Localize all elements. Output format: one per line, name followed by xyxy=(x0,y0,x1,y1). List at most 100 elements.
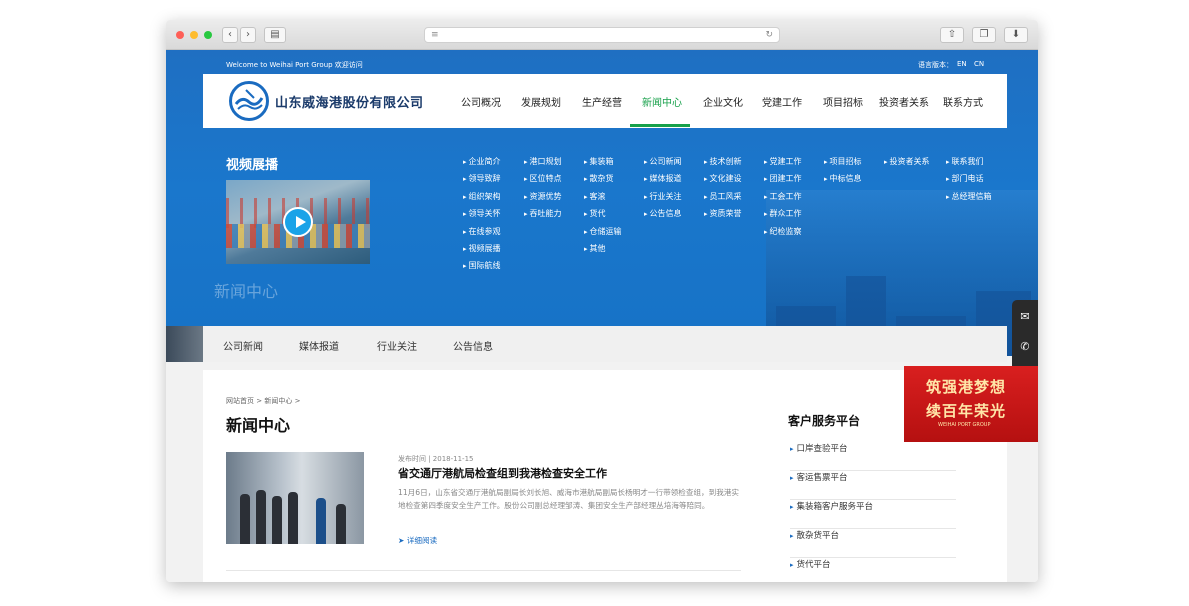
mega-link[interactable]: 文化建设 xyxy=(704,173,742,190)
mega-link[interactable]: 吞吐能力 xyxy=(524,208,562,225)
news-photo[interactable] xyxy=(226,452,364,544)
breadcrumb: 网站首页 > 新闻中心 > xyxy=(226,396,300,406)
chevron-left-icon[interactable]: ‹ xyxy=(222,27,238,43)
breadcrumb-current[interactable]: 新闻中心 xyxy=(264,397,292,405)
mega-link[interactable]: 集装箱 xyxy=(584,156,622,173)
nav-item-planning[interactable]: 发展规划 xyxy=(521,94,561,109)
mega-link[interactable]: 领导致辞 xyxy=(463,173,501,190)
mega-link[interactable]: 资源优势 xyxy=(524,191,562,208)
nav-item-investors[interactable]: 投资者关系 xyxy=(879,94,929,109)
promo-banner[interactable]: 筑强港梦想 续百年荣光 WEIHAI PORT GROUP xyxy=(904,366,1038,442)
sidebar-icon[interactable]: ▤ xyxy=(264,27,286,43)
mega-link[interactable]: 区位特点 xyxy=(524,173,562,190)
mega-link[interactable]: 团建工作 xyxy=(764,173,802,190)
mega-link[interactable]: 党建工作 xyxy=(764,156,802,173)
mega-link[interactable]: 工会工作 xyxy=(764,191,802,208)
nav-item-news[interactable]: 新闻中心 xyxy=(642,94,682,109)
mega-link[interactable]: 媒体报道 xyxy=(644,173,682,190)
mega-link[interactable]: 联系我们 xyxy=(946,156,992,173)
mega-link[interactable]: 视频展播 xyxy=(463,243,501,260)
play-icon[interactable] xyxy=(283,207,313,237)
mega-link[interactable]: 企业简介 xyxy=(463,156,501,173)
mega-link[interactable]: 组织架构 xyxy=(463,191,501,208)
sidebar-item-label: 散杂货平台 xyxy=(796,531,840,541)
mega-link[interactable]: 资质荣誉 xyxy=(704,208,742,225)
triangle-right-icon: ▸ xyxy=(790,532,794,540)
mega-link[interactable]: 技术创新 xyxy=(704,156,742,173)
nav-item-contact[interactable]: 联系方式 xyxy=(943,94,983,109)
triangle-right-icon: ▸ xyxy=(790,503,794,511)
mega-link[interactable]: 国际航线 xyxy=(463,260,501,277)
mega-link[interactable]: 其他 xyxy=(584,243,622,260)
breadcrumb-home[interactable]: 网站首页 xyxy=(226,397,254,405)
tabs-icon[interactable]: ❐ xyxy=(972,27,996,43)
mail-icon[interactable]: ✉ xyxy=(1018,310,1032,324)
subnav-item-industry[interactable]: 行业关注 xyxy=(377,338,417,353)
video-thumbnail[interactable] xyxy=(226,180,370,264)
nav-item-culture[interactable]: 企业文化 xyxy=(703,94,743,109)
main-content: 网站首页 > 新闻中心 > 新闻中心 发布时间 | 2018-11-15 省交通… xyxy=(203,370,1007,582)
mega-column-news: 公司新闻 媒体报道 行业关注 公告信息 xyxy=(644,156,682,226)
sidebar-item-customs[interactable]: ▸ 口岸查验平台 xyxy=(790,442,956,471)
news-summary: 11月6日，山东省交通厅港航局副局长刘长旭、威海市港航局副局长杨明才一行带领检查… xyxy=(398,488,740,510)
mega-link[interactable]: 公告信息 xyxy=(644,208,682,225)
mega-link[interactable]: 投资者关系 xyxy=(884,156,930,173)
download-icon[interactable]: ⬇ xyxy=(1004,27,1028,43)
mega-column-operations: 集装箱 散杂货 客滚 货代 仓储运输 其他 xyxy=(584,156,622,260)
active-nav-indicator xyxy=(630,124,690,127)
chevron-right-icon[interactable]: › xyxy=(240,27,256,43)
sidebar-item-container[interactable]: ▸ 集装箱客户服务平台 xyxy=(790,500,956,529)
mega-link[interactable]: 货代 xyxy=(584,208,622,225)
lang-cn-link[interactable]: CN xyxy=(974,60,984,68)
mega-link[interactable]: 散杂货 xyxy=(584,173,622,190)
nav-item-overview[interactable]: 公司概况 xyxy=(461,94,501,109)
photo-figure xyxy=(272,496,282,544)
mega-link[interactable]: 公司新闻 xyxy=(644,156,682,173)
mega-column-overview: 企业简介 领导致辞 组织架构 领导关怀 在线参观 视频展播 国际航线 xyxy=(463,156,501,278)
phone-icon[interactable]: ✆ xyxy=(1018,340,1032,354)
triangle-right-icon: ▸ xyxy=(790,445,794,453)
mega-link[interactable]: 在线参观 xyxy=(463,226,501,243)
web-page: Welcome to Weihai Port Group 欢迎访问 语言版本： … xyxy=(166,50,1038,582)
breadcrumb-separator: > xyxy=(294,397,301,405)
close-window-button[interactable] xyxy=(176,31,184,39)
company-logo-icon[interactable] xyxy=(229,81,269,121)
main-nav: 山东威海港股份有限公司 公司概况 发展规划 生产经营 新闻中心 企业文化 党建工… xyxy=(203,74,1007,128)
address-bar[interactable]: ≡ ↻ xyxy=(424,27,780,43)
nav-item-operations[interactable]: 生产经营 xyxy=(582,94,622,109)
mega-link[interactable]: 客滚 xyxy=(584,191,622,208)
subnav-item-media[interactable]: 媒体报道 xyxy=(299,338,339,353)
mega-column-party: 党建工作 团建工作 工会工作 群众工作 纪检监察 xyxy=(764,156,802,243)
lang-en-link[interactable]: EN xyxy=(957,60,967,68)
maximize-window-button[interactable] xyxy=(204,31,212,39)
sidebar-item-ticketing[interactable]: ▸ 客运售票平台 xyxy=(790,471,956,500)
mega-link[interactable]: 领导关怀 xyxy=(463,208,501,225)
share-icon[interactable]: ⇧ xyxy=(940,27,964,43)
subnav-item-notices[interactable]: 公告信息 xyxy=(453,338,493,353)
news-title[interactable]: 省交通厅港航局检查组到我港检查安全工作 xyxy=(398,465,607,481)
banner-line-1: 筑强港梦想 xyxy=(926,378,1007,396)
reader-icon[interactable]: ≡ xyxy=(431,28,439,42)
photo-figure xyxy=(316,498,326,544)
mega-link[interactable]: 行业关注 xyxy=(644,191,682,208)
mega-link[interactable]: 员工风采 xyxy=(704,191,742,208)
read-more-link[interactable]: ➤ 详细阅读 xyxy=(398,535,437,546)
wave-logo-icon xyxy=(234,89,264,110)
mega-link[interactable]: 港口规划 xyxy=(524,156,562,173)
mega-link[interactable]: 中标信息 xyxy=(824,173,862,190)
mega-link[interactable]: 仓储运输 xyxy=(584,226,622,243)
mega-link[interactable]: 纪检监察 xyxy=(764,226,802,243)
sidebar-item-forwarding[interactable]: ▸ 货代平台 xyxy=(790,558,956,582)
nav-item-bidding[interactable]: 项目招标 xyxy=(823,94,863,109)
mega-link[interactable]: 项目招标 xyxy=(824,156,862,173)
reload-icon[interactable]: ↻ xyxy=(765,28,773,42)
mega-link[interactable]: 总经理信箱 xyxy=(946,191,992,208)
sidebar-item-bulk[interactable]: ▸ 散杂货平台 xyxy=(790,529,956,558)
nav-item-party[interactable]: 党建工作 xyxy=(762,94,802,109)
company-name[interactable]: 山东威海港股份有限公司 xyxy=(275,92,424,111)
mega-link[interactable]: 部门电话 xyxy=(946,173,992,190)
mega-link[interactable]: 群众工作 xyxy=(764,208,802,225)
minimize-window-button[interactable] xyxy=(190,31,198,39)
subnav-item-company-news[interactable]: 公司新闻 xyxy=(223,338,263,353)
read-more-label: 详细阅读 xyxy=(406,536,438,545)
